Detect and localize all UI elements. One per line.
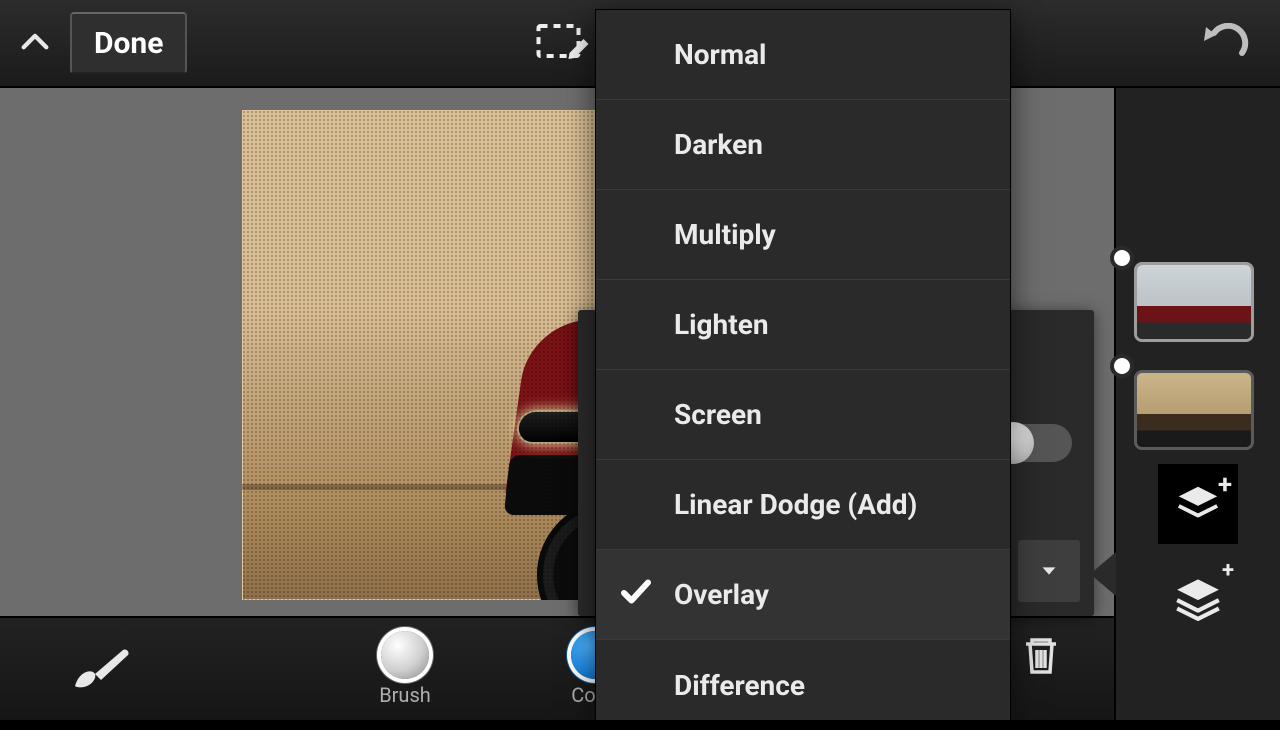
menu-item-label: Multiply — [674, 218, 776, 251]
plus-icon: + — [1222, 558, 1234, 583]
menu-item-label: Darken — [674, 128, 763, 161]
delete-layer-button[interactable] — [1018, 632, 1064, 678]
layers-icon — [1175, 481, 1221, 527]
caret-down-icon — [1038, 560, 1060, 582]
menu-item-label: Normal — [674, 38, 766, 71]
blend-mode-item-difference[interactable]: Difference — [596, 640, 1010, 730]
undo-icon — [1200, 23, 1250, 63]
brush-tool-button[interactable] — [10, 644, 190, 694]
blend-mode-item-multiply[interactable]: Multiply — [596, 190, 1010, 280]
trash-icon — [1018, 632, 1064, 678]
blend-mode-dropdown-button[interactable] — [1018, 540, 1080, 602]
menu-item-label: Screen — [674, 398, 762, 431]
layer-selected-dot — [1110, 246, 1134, 270]
selection-tool-button[interactable] — [533, 13, 593, 73]
bottom-item-label: Brush — [379, 683, 431, 707]
menu-item-label: Linear Dodge (Add) — [674, 488, 917, 521]
menu-item-label: Overlay — [674, 578, 769, 611]
collapse-button[interactable] — [0, 0, 70, 86]
blend-mode-menu: Normal Darken Multiply Lighten Screen Li… — [596, 10, 1010, 720]
menu-item-label: Difference — [674, 669, 805, 702]
blend-mode-item-normal[interactable]: Normal — [596, 10, 1010, 100]
blend-mode-item-linear-dodge[interactable]: Linear Dodge (Add) — [596, 460, 1010, 550]
brush-icon — [67, 644, 133, 694]
layer-thumbnail-1[interactable] — [1126, 262, 1270, 342]
blend-mode-item-screen[interactable]: Screen — [596, 370, 1010, 460]
layer-thumbnail-2[interactable] — [1126, 370, 1270, 450]
layer-strip: + + — [1114, 88, 1280, 720]
add-layer-button[interactable]: + — [1158, 556, 1238, 636]
blend-mode-item-overlay[interactable]: Overlay — [596, 550, 1010, 640]
swatch-gray-icon — [381, 631, 429, 679]
plus-icon: + — [1218, 470, 1232, 500]
blend-mode-item-lighten[interactable]: Lighten — [596, 280, 1010, 370]
check-icon — [618, 573, 654, 616]
layers-add-icon — [1173, 571, 1223, 621]
done-button[interactable]: Done — [70, 12, 187, 74]
panel-callout-arrow — [1090, 552, 1116, 596]
menu-item-label: Lighten — [674, 308, 769, 341]
layer-selected-dot — [1110, 354, 1134, 378]
marquee-pencil-icon — [536, 23, 590, 63]
layers-panel-button[interactable]: + — [1158, 464, 1238, 544]
blend-mode-item-darken[interactable]: Darken — [596, 100, 1010, 190]
chevron-up-icon — [18, 26, 52, 60]
brush-swatch-button[interactable]: Brush — [310, 631, 500, 707]
undo-button[interactable] — [1190, 0, 1260, 86]
